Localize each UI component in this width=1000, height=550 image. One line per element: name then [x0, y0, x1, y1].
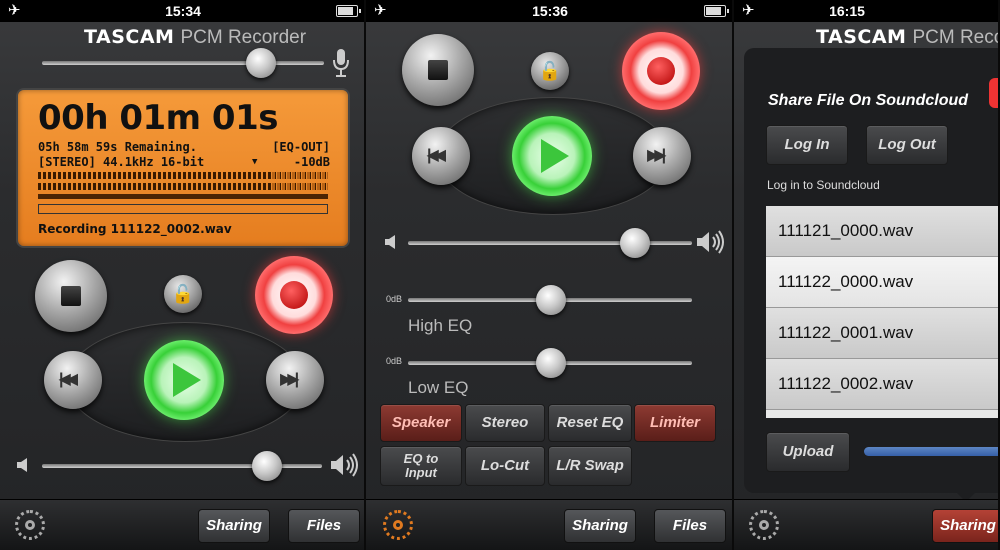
log-out-button[interactable]: Log Out	[866, 125, 948, 165]
volume-low-icon	[385, 235, 395, 249]
tab-files[interactable]: Files	[654, 509, 726, 543]
brand-name: TASCAM	[816, 26, 907, 48]
stop-button[interactable]	[35, 260, 107, 332]
peak-marker-icon: ▼	[252, 157, 258, 167]
elapsed-time: 00h 01m 01s	[38, 98, 279, 138]
gear-icon[interactable]	[749, 510, 779, 540]
unlock-icon[interactable]: 🔓	[164, 275, 202, 313]
tab-bar: Sharing Files	[0, 499, 366, 550]
play-button[interactable]	[512, 116, 592, 196]
limiter-button[interactable]: Limiter	[634, 404, 716, 442]
list-item[interactable]: 111121_0000.wav	[766, 206, 1000, 257]
share-title: Share File On Soundcloud	[768, 92, 969, 109]
upload-button[interactable]: Upload	[766, 432, 850, 472]
speaker-button[interactable]: Speaker	[380, 404, 462, 442]
high-eq-label: High EQ	[408, 316, 473, 335]
volume-knob[interactable]	[620, 228, 650, 258]
rewind-button[interactable]: |◀◀	[412, 127, 470, 185]
level-meter-left	[38, 172, 328, 179]
level-meter-bar	[38, 194, 328, 199]
login-label: Log in to Soundcloud	[767, 178, 880, 192]
lcd-display: 00h 01m 01s 05h 58m 59s Remaining. [EQ-O…	[16, 88, 350, 248]
recording-file: Recording 111122_0002.wav	[38, 222, 232, 236]
reset-eq-button[interactable]: Reset EQ	[548, 404, 632, 442]
remaining-time: 05h 58m 59s Remaining.	[38, 140, 197, 154]
volume-knob[interactable]	[252, 451, 282, 481]
high-eq-knob[interactable]	[536, 285, 566, 315]
status-bar: ✈ 15:36	[366, 0, 734, 22]
list-item[interactable]: 111122_0001.wav	[766, 308, 1000, 359]
microphone-icon	[333, 49, 349, 77]
eq-status: [EQ-OUT]	[272, 140, 330, 154]
record-icon	[647, 57, 675, 85]
volume-high-icon	[331, 453, 358, 477]
stop-button[interactable]	[402, 34, 474, 106]
record-icon	[280, 281, 308, 309]
input-gain-slider[interactable]	[42, 61, 324, 65]
record-button[interactable]	[622, 32, 700, 110]
stop-icon	[428, 60, 448, 80]
app-title: TASCAMPCM Recorder	[84, 26, 306, 49]
rewind-icon: |◀◀	[427, 147, 446, 164]
settings-screen: ✈ 15:36 🔓 |◀◀ ▶▶| 0dB High EQ 0dB Low EQ…	[366, 0, 734, 550]
product-name: PCM Recorder	[180, 27, 307, 48]
recording-progress	[38, 204, 328, 214]
list-item[interactable]: 111122_0002.wav	[766, 359, 1000, 410]
gear-icon[interactable]	[15, 510, 45, 540]
high-eq-db: 0dB	[386, 294, 403, 304]
low-eq-db: 0dB	[386, 356, 403, 366]
rewind-icon: |◀◀	[59, 371, 78, 388]
soundcloud-logo-icon	[989, 78, 1000, 108]
tab-bar: Sharing	[734, 499, 1000, 550]
battery-icon	[336, 5, 361, 17]
forward-button[interactable]: ▶▶|	[266, 351, 324, 409]
level-meter-right	[38, 183, 328, 190]
volume-low-icon	[17, 458, 27, 472]
low-eq-label: Low EQ	[408, 378, 469, 397]
eq-to-input-label: EQ to Input	[403, 451, 439, 480]
lo-cut-button[interactable]: Lo-Cut	[465, 446, 545, 486]
gear-icon[interactable]	[383, 510, 413, 540]
tab-sharing[interactable]: Sharing	[932, 509, 1000, 543]
battery-icon	[704, 5, 729, 17]
forward-icon: ▶▶|	[280, 371, 299, 388]
input-gain-knob[interactable]	[246, 48, 276, 78]
tab-bar: Sharing Files	[366, 499, 734, 550]
upload-progress	[864, 447, 1000, 456]
list-item-selected[interactable]: 111122_0000.wav	[766, 257, 1000, 308]
forward-icon: ▶▶|	[647, 147, 666, 164]
status-bar: ✈ 15:34	[0, 0, 366, 22]
lr-swap-button[interactable]: L/R Swap	[548, 446, 632, 486]
volume-high-icon	[697, 230, 724, 254]
sharing-screen: ✈ 16:15 TASCAMPCM Recorder Share File On…	[734, 0, 1000, 550]
stop-icon	[61, 286, 81, 306]
format-info: [STEREO] 44.1kHz 16-bit	[38, 155, 205, 169]
stereo-button[interactable]: Stereo	[465, 404, 545, 442]
play-button[interactable]	[144, 340, 224, 420]
record-button[interactable]	[255, 256, 333, 334]
play-icon	[541, 139, 569, 173]
app-title: TASCAMPCM Recorder	[816, 26, 1000, 49]
status-bar: ✈ 16:15	[734, 0, 1000, 22]
tab-sharing[interactable]: Sharing	[564, 509, 636, 543]
brand-name: TASCAM	[84, 26, 175, 48]
low-eq-knob[interactable]	[536, 348, 566, 378]
forward-button[interactable]: ▶▶|	[633, 127, 691, 185]
eq-to-input-button[interactable]: EQ to Input	[380, 446, 462, 486]
play-icon	[173, 363, 201, 397]
log-in-button[interactable]: Log In	[766, 125, 848, 165]
file-list[interactable]: 111121_0000.wav 111122_0000.wav 111122_0…	[766, 206, 1000, 418]
status-time: 15:34	[165, 3, 201, 19]
status-time: 16:15	[829, 3, 865, 19]
recorder-screen: ✈ 15:34 TASCAM PCM Recorder 00h 01m 01s 0…	[0, 0, 366, 550]
level-readout: -10dB	[293, 155, 330, 169]
tab-files[interactable]: Files	[288, 509, 360, 543]
status-time: 15:36	[532, 3, 568, 19]
product-name: PCM Recorder	[912, 27, 1000, 48]
unlock-icon[interactable]: 🔓	[531, 52, 569, 90]
rewind-button[interactable]: |◀◀	[44, 351, 102, 409]
tab-sharing[interactable]: Sharing	[198, 509, 270, 543]
